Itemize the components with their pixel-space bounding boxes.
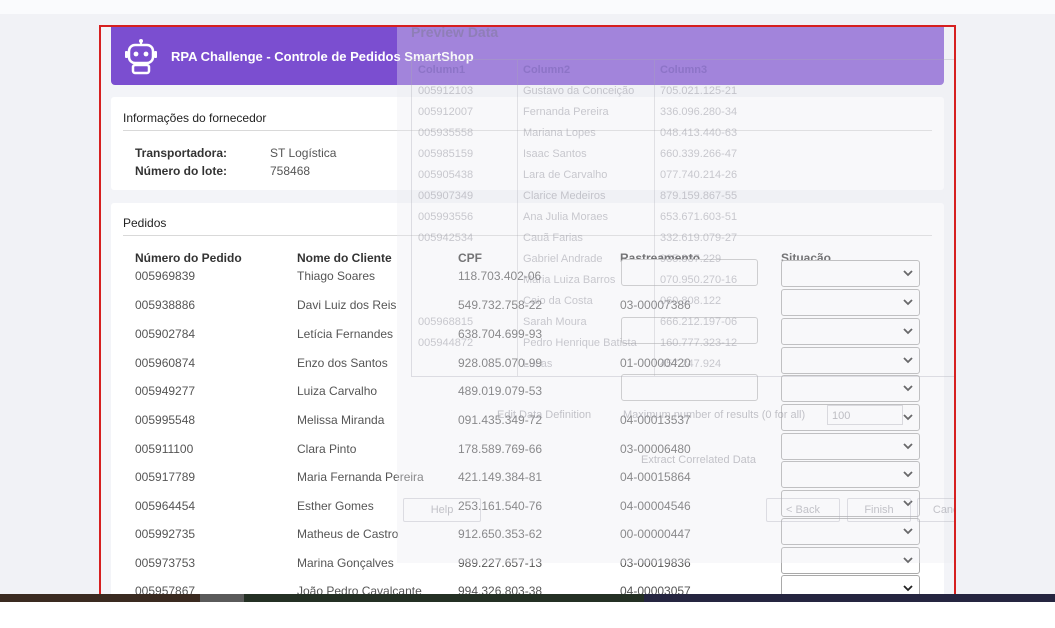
client-cpf: 091.435.349-72 <box>458 413 543 427</box>
overlay-cell: 005912103 <box>418 85 474 97</box>
client-name: Marina Gonçalves <box>297 556 394 570</box>
tracking-input[interactable] <box>621 374 758 401</box>
status-select[interactable] <box>781 404 920 431</box>
client-cpf: 421.149.384-81 <box>458 470 543 484</box>
taskbar-strip <box>0 594 1055 602</box>
status-select[interactable] <box>781 433 920 460</box>
chevron-down-icon <box>903 528 913 535</box>
carrier-value: ST Logística <box>270 146 337 160</box>
client-name: Luiza Carvalho <box>297 384 378 398</box>
order-number: 005911100 <box>135 442 194 456</box>
app-header: RPA Challenge - Controle de Pedidos Smar… <box>111 27 944 85</box>
chevron-down-icon <box>903 357 913 364</box>
chevron-down-icon <box>903 414 913 421</box>
batch-value: 758468 <box>270 164 311 178</box>
client-name: Enzo dos Santos <box>297 356 388 370</box>
client-name: Melissa Miranda <box>297 413 385 427</box>
chevron-down-icon <box>903 585 913 592</box>
tracking-code: 04-00015864 <box>620 470 691 484</box>
chevron-down-icon <box>903 270 913 277</box>
status-select[interactable] <box>781 289 920 316</box>
tracking-code: 03-00006480 <box>620 442 691 456</box>
tracking-input[interactable] <box>621 317 758 344</box>
order-number: 005995548 <box>135 413 196 427</box>
supplier-card: Informações do fornecedor Transportadora… <box>111 97 944 190</box>
divider <box>123 130 932 131</box>
client-cpf: 118.703.402-06 <box>458 269 542 283</box>
client-cpf: 489.019.079-53 <box>458 384 543 398</box>
robot-icon <box>125 39 157 75</box>
carrier-label: Transportadora: <box>135 146 228 160</box>
order-number: 005969839 <box>135 269 196 283</box>
client-cpf: 912.650.353-62 <box>458 527 543 541</box>
page-title: RPA Challenge - Controle de Pedidos Smar… <box>171 49 474 64</box>
chevron-down-icon <box>903 299 913 306</box>
client-cpf: 178.589.769-66 <box>458 442 543 456</box>
status-select[interactable] <box>781 375 920 402</box>
client-cpf: 253.161.540-76 <box>458 499 543 513</box>
client-name: Thiago Soares <box>297 269 376 283</box>
order-number: 005992735 <box>135 527 196 541</box>
tracking-code: 00-00000447 <box>620 527 691 541</box>
order-number: 005938886 <box>135 298 196 312</box>
tracking-code: 01-00000420 <box>620 356 691 370</box>
supplier-card-title: Informações do fornecedor <box>123 111 267 125</box>
order-number: 005949277 <box>135 384 196 398</box>
client-name: Davi Luiz dos Reis <box>297 298 397 312</box>
client-name: Clara Pinto <box>297 442 357 456</box>
overlay-cell: 705.021.125-21 <box>660 85 738 97</box>
chevron-down-icon <box>903 557 913 564</box>
col-header-client: Nome do Cliente <box>297 251 392 265</box>
tracking-input[interactable] <box>621 259 758 286</box>
chevron-down-icon <box>903 471 913 478</box>
tracking-code: 04-00004546 <box>620 499 691 513</box>
status-select[interactable] <box>781 547 920 574</box>
order-number: 005902784 <box>135 327 196 341</box>
overlay-cell: Clarice Medeiros <box>523 190 606 202</box>
client-cpf: 928.085.070-99 <box>458 356 543 370</box>
chevron-down-icon <box>903 443 913 450</box>
orders-card: Pedidos Número do Pedido Nome do Cliente… <box>111 203 944 602</box>
client-cpf: 549.732.758-22 <box>458 298 543 312</box>
status-select[interactable] <box>781 347 920 374</box>
client-name: Esther Gomes <box>297 499 374 513</box>
client-name: Matheus de Castro <box>297 527 399 541</box>
tracking-code: 04-00013537 <box>620 413 691 427</box>
status-select[interactable] <box>781 260 920 287</box>
status-select[interactable] <box>781 490 920 517</box>
client-name: Letícia Fernandes <box>297 327 394 341</box>
col-header-cpf: CPF <box>458 251 482 265</box>
order-number: 005960874 <box>135 356 196 370</box>
rpa-challenge-app: RPA Challenge - Controle de Pedidos Smar… <box>99 25 956 604</box>
status-select[interactable] <box>781 518 920 545</box>
chevron-down-icon <box>903 385 913 392</box>
status-select[interactable] <box>781 461 920 488</box>
tracking-code: 03-00019836 <box>620 556 691 570</box>
order-number: 005917789 <box>135 470 196 484</box>
overlay-cell: 005907349 <box>418 190 474 202</box>
browser-top-bar <box>0 0 1055 14</box>
divider <box>123 235 932 236</box>
col-header-order: Número do Pedido <box>135 251 242 265</box>
overlay-cell: Gustavo da Conceição <box>523 85 635 97</box>
chevron-down-icon <box>903 328 913 335</box>
orders-card-title: Pedidos <box>123 216 167 230</box>
client-name: Maria Fernanda Pereira <box>297 470 424 484</box>
overlay-cell: 879.159.867-55 <box>660 190 738 202</box>
client-cpf: 638.704.699-93 <box>458 327 543 341</box>
batch-label: Número do lote: <box>135 164 227 178</box>
order-number: 005973753 <box>135 556 196 570</box>
chevron-down-icon <box>903 500 913 507</box>
order-number: 005964454 <box>135 499 196 513</box>
client-cpf: 989.227.657-13 <box>458 556 543 570</box>
tracking-code: 03-00007386 <box>620 298 691 312</box>
status-select[interactable] <box>781 318 920 345</box>
